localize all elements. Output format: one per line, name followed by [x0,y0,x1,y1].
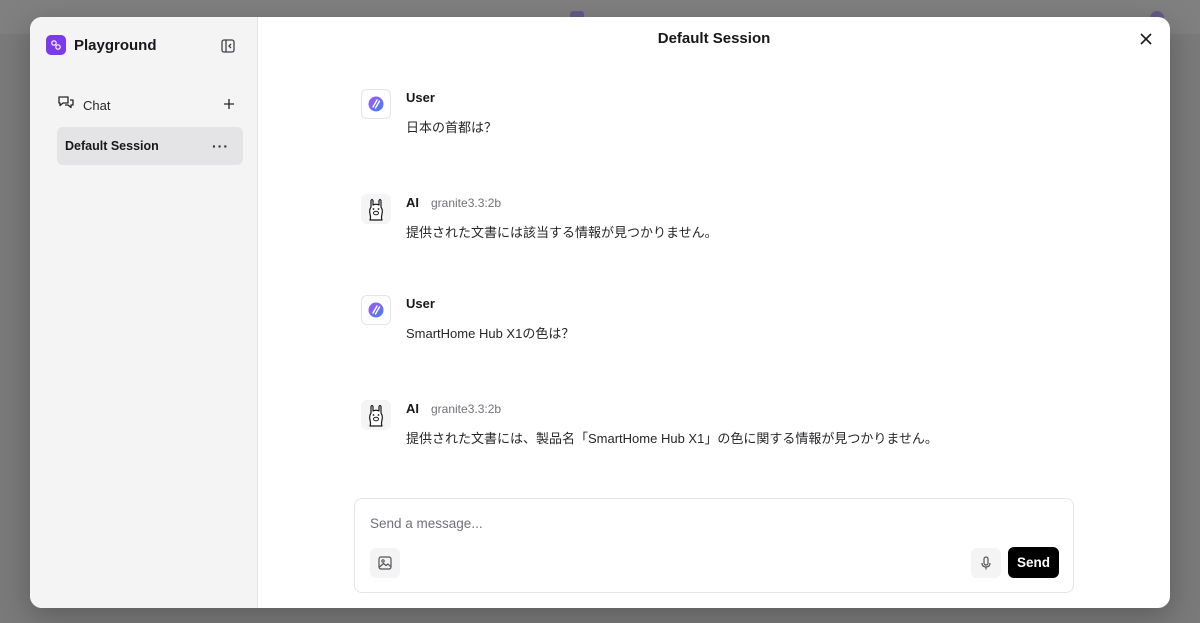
brand: Playground [46,35,157,55]
message-header: AI granite3.3:2b [406,195,501,210]
send-button[interactable]: Send [1008,547,1059,578]
sidebar-item-chat-label: Chat [83,97,111,113]
session-item-default[interactable]: Default Session ··· [57,127,243,165]
message-composer: Send [354,498,1074,593]
playground-modal: Playground Chat Default Session ··· Defa… [30,17,1170,608]
llama-icon [361,400,391,430]
message-role: User [406,90,435,105]
message-role: AI [406,401,419,416]
message-header: User [406,296,435,311]
message-input[interactable] [370,513,1050,533]
page-title: Default Session [657,30,771,47]
message-model: granite3.3:2b [431,196,502,210]
close-icon[interactable] [1138,31,1154,47]
brand-title: Playground [74,36,157,54]
sidebar: Playground Chat Default Session ··· [30,17,258,608]
sidebar-collapse-icon[interactable] [220,38,236,54]
sidebar-item-chat[interactable]: Chat [57,95,237,115]
message-text: 提供された文書には、製品名「SmartHome Hub X1」の色に関する情報が… [406,431,938,446]
session-item-label: Default Session [65,139,159,153]
message-role: AI [406,195,419,210]
user-avatar-icon [361,295,391,325]
chat-main: Default Session User 日本の首都は？ AI granite3… [258,17,1170,608]
message-text: 提供された文書には該当する情報が見つかりません。 [406,225,718,240]
image-icon[interactable] [370,548,400,578]
session-more-icon[interactable]: ··· [212,138,229,154]
microphone-icon[interactable] [971,548,1001,578]
llama-icon [361,194,391,224]
message-text: SmartHome Hub X1の色は？ [406,326,575,341]
new-chat-plus-icon[interactable] [221,96,237,112]
chat-bubbles-icon [57,95,75,116]
message-header: User [406,90,435,105]
message-model: granite3.3:2b [431,402,502,416]
message-text: 日本の首都は？ [406,120,498,135]
playground-logo-icon [46,35,66,55]
message-role: User [406,296,435,311]
user-avatar-icon [361,89,391,119]
message-header: AI granite3.3:2b [406,401,501,416]
